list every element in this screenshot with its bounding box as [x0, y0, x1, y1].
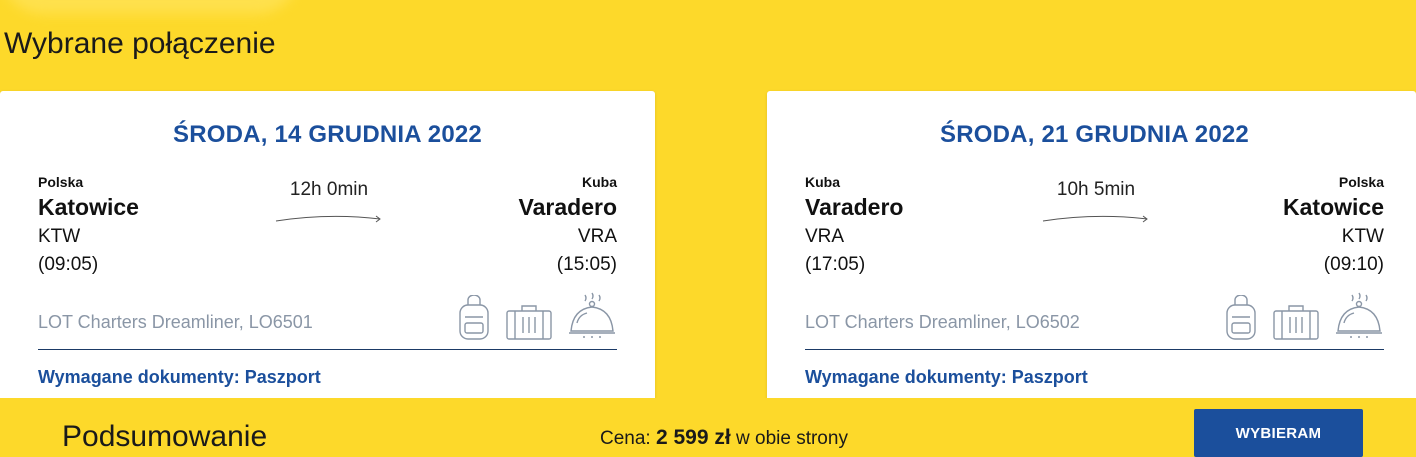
summary-title: Podsumowanie — [62, 420, 268, 453]
meal-cloche-icon — [1334, 291, 1384, 346]
departure-code: VRA — [805, 226, 845, 247]
required-documents: Wymagane dokumenty: Paszport — [805, 367, 1088, 387]
return-flight-card: ŚRODA, 21 GRUDNIA 2022 Kuba Varadero VRA… — [767, 91, 1416, 411]
price-suffix: w obie strony — [730, 428, 848, 449]
amenities — [457, 291, 617, 346]
departure-country: Polska — [38, 174, 84, 190]
departure-country: Kuba — [805, 174, 840, 190]
departure-info: Polska Katowice KTW (09:05) — [38, 173, 139, 279]
arrival-info: Kuba Varadero VRA (15:05) — [519, 173, 617, 279]
divider — [38, 349, 617, 350]
choose-button[interactable]: WYBIERAM — [1194, 409, 1363, 457]
arrival-city: Varadero — [518, 194, 617, 220]
required-documents: Wymagane dokumenty: Paszport — [38, 367, 321, 387]
divider — [805, 349, 1384, 350]
aircraft-info: LOT Charters Dreamliner, LO6502 — [805, 312, 1080, 332]
departure-time: (17:05) — [805, 254, 866, 275]
backpack-icon — [457, 294, 491, 346]
aircraft-info: LOT Charters Dreamliner, LO6501 — [38, 312, 313, 332]
backpack-icon — [1224, 294, 1258, 346]
top-decoration — [0, 0, 300, 14]
outbound-flight-card: ŚRODA, 14 GRUDNIA 2022 Polska Katowice K… — [0, 91, 655, 411]
suitcase-icon — [1272, 303, 1320, 346]
suitcase-icon — [505, 303, 553, 346]
arrival-country: Kuba — [582, 174, 617, 190]
departure-code: KTW — [38, 226, 81, 247]
arrival-info: Polska Katowice KTW (09:10) — [1283, 173, 1384, 279]
meal-cloche-icon — [567, 291, 617, 346]
departure-time: (09:05) — [38, 254, 99, 275]
route-arrow-icon — [1042, 215, 1148, 223]
summary-bar: Podsumowanie Cena: 2 599 zł w obie stron… — [0, 398, 1416, 457]
arrival-code: KTW — [1341, 226, 1384, 247]
arrival-city: Katowice — [1283, 194, 1384, 220]
departure-info: Kuba Varadero VRA (17:05) — [805, 173, 903, 279]
amenities — [1224, 291, 1384, 346]
price-summary: Cena: 2 599 zł w obie strony — [600, 426, 848, 450]
flight-date: ŚRODA, 14 GRUDNIA 2022 — [173, 121, 482, 148]
flight-date: ŚRODA, 21 GRUDNIA 2022 — [940, 121, 1249, 148]
departure-city: Katowice — [38, 194, 139, 220]
flight-duration: 12h 0min — [289, 179, 369, 200]
section-title: Wybrane połączenie — [4, 27, 276, 60]
arrival-code: VRA — [577, 226, 617, 247]
arrival-time: (09:10) — [1323, 254, 1384, 275]
price-amount: 2 599 zł — [655, 426, 731, 449]
departure-city: Varadero — [805, 194, 904, 220]
arrival-country: Polska — [1338, 174, 1384, 190]
arrival-time: (15:05) — [556, 254, 617, 275]
flight-duration: 10h 5min — [1056, 179, 1136, 200]
route-arrow-icon — [275, 215, 381, 223]
price-label: Cena: — [600, 428, 656, 449]
